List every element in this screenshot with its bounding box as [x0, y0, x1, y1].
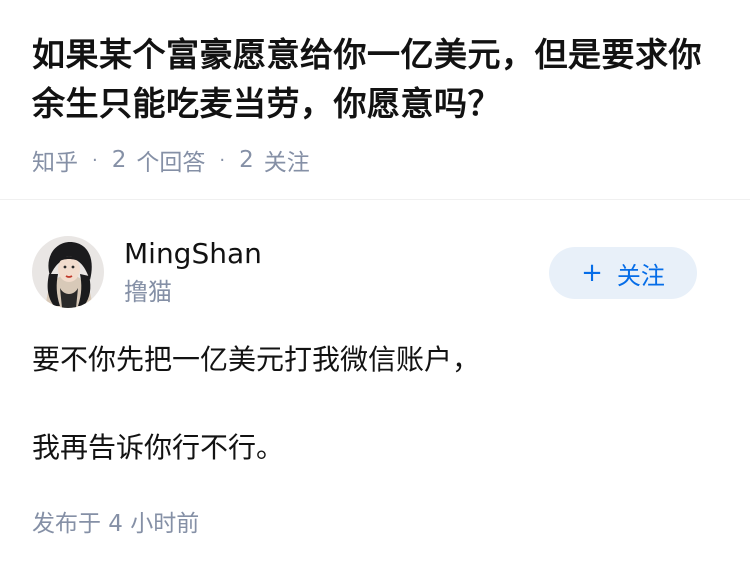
separator-dot: ·: [219, 149, 226, 171]
author-name[interactable]: MingShan: [124, 236, 262, 272]
follow-button-label: 关注: [616, 261, 665, 290]
author-avatar[interactable]: [32, 236, 104, 308]
author-headline: 撸猫: [124, 278, 172, 306]
answer-content[interactable]: 要不你先把一亿美元打我微信账户， 我再告诉你行不行。: [32, 336, 722, 512]
avatar-photo-icon: [32, 236, 104, 308]
source-label[interactable]: 知乎: [32, 143, 78, 177]
follow-count: 2: [239, 147, 254, 173]
question-meta: 知乎 · 2 个回答 · 2 关注: [32, 142, 310, 178]
answer-paragraph: 我再告诉你行不行。: [32, 431, 285, 464]
answer-timestamp: 发布于 4 小时前: [32, 511, 200, 537]
answer-card: MingShan 撸猫 + 关注 要不你先把一亿美元打我微信账户， 我再告诉你行…: [0, 200, 750, 574]
answer-paragraph: 要不你先把一亿美元打我微信账户，: [32, 343, 481, 376]
question-title[interactable]: 如果某个富豪愿意给你一亿美元，但是要求你余生只能吃麦当劳，你愿意吗？: [32, 30, 732, 128]
separator-dot: ·: [92, 149, 98, 171]
plus-icon: +: [581, 258, 603, 288]
follow-count-label[interactable]: 关注: [264, 143, 310, 177]
answer-count: 2: [111, 147, 127, 173]
answer-count-label[interactable]: 个回答: [136, 143, 205, 177]
follow-author-button[interactable]: + 关注: [549, 247, 697, 299]
question-header: 如果某个富豪愿意给你一亿美元，但是要求你余生只能吃麦当劳，你愿意吗？ 知乎 · …: [0, 0, 750, 200]
